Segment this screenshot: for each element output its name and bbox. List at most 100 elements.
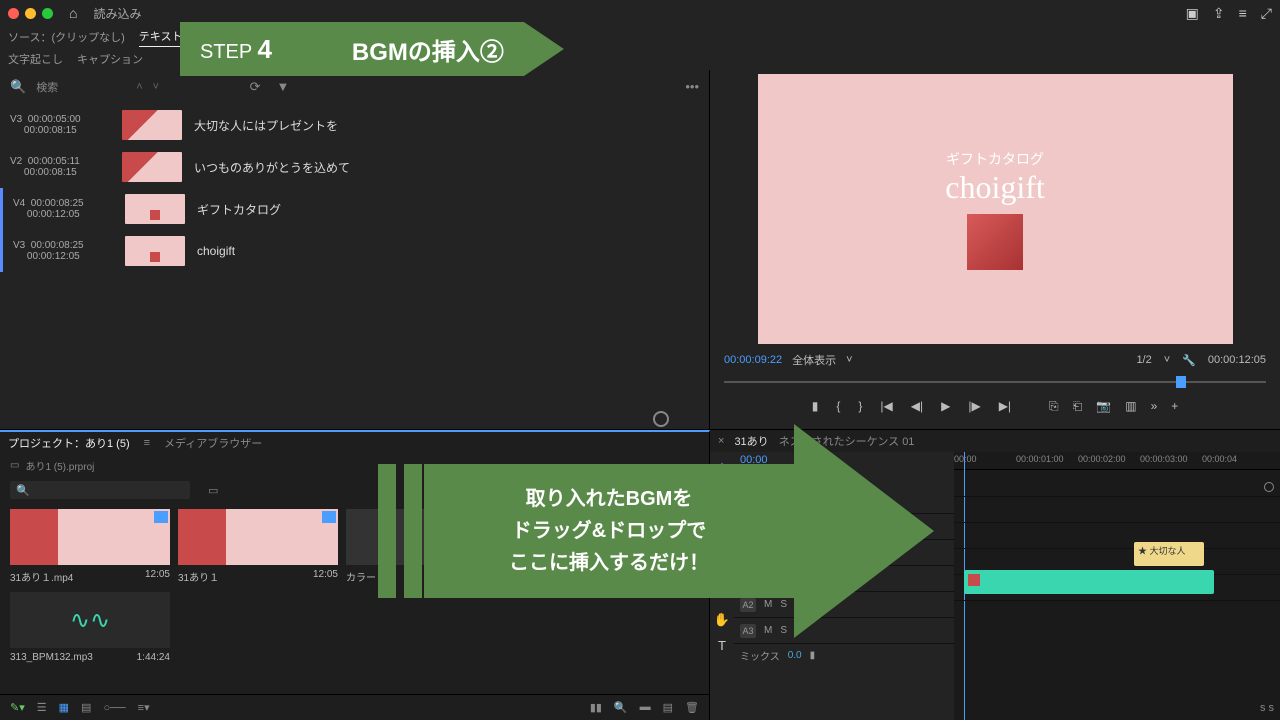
linked-sel-icon[interactable]: ⎘ <box>781 470 790 488</box>
project-item[interactable]: 31あり１12:05 <box>178 509 338 584</box>
trash-icon[interactable]: 🗑 <box>685 701 699 714</box>
wrench-icon[interactable]: 🔧 <box>1182 354 1196 367</box>
caption-row[interactable]: V2 00:00:05:11 00:00:08:15 いつものありがとうを込めて <box>0 146 709 188</box>
fullscreen-icon[interactable]: ⤢ <box>1261 5 1272 22</box>
step-back-icon[interactable]: ◀| <box>911 399 923 413</box>
program-timecode[interactable]: 00:00:09:22 <box>724 354 782 366</box>
project-thumbnail[interactable] <box>346 509 506 565</box>
project-tab[interactable]: プロジェクト：あり1 (5) <box>8 435 130 451</box>
video-clip[interactable]: ★ 大切な人 <box>1134 542 1204 566</box>
track-header-v2[interactable]: V2👁 <box>734 514 954 540</box>
icon-view-icon[interactable]: ▦ <box>59 701 69 714</box>
text-panel-tab[interactable]: テキスト <box>139 28 183 47</box>
zoom-slider[interactable]: ○── <box>103 702 125 714</box>
media-browser-tab[interactable]: メディアブラウザー <box>164 435 262 451</box>
freeform-view-icon[interactable]: ▤ <box>81 701 91 714</box>
mix-row[interactable]: ミックス 0.0 ▮ <box>734 644 954 666</box>
pencil-icon[interactable]: ✎▾ <box>10 701 25 714</box>
workspace-menu-icon[interactable]: ≡ <box>1239 5 1247 22</box>
close-seq-icon[interactable]: × <box>718 435 724 447</box>
lift-icon[interactable]: ⎘ <box>1049 399 1059 414</box>
quick-export-icon[interactable]: ▣ <box>1186 5 1199 22</box>
ripple-tool-icon[interactable]: ↔ <box>716 509 729 524</box>
chevron-down-icon[interactable]: ˅ <box>846 354 852 366</box>
track-header-a1[interactable]: A1MS🎤 <box>734 566 954 592</box>
mark-in-icon[interactable]: { <box>836 399 840 413</box>
caption-tab[interactable]: キャプション <box>77 51 143 67</box>
hand-tool-icon[interactable]: ✋ <box>714 612 730 628</box>
fit-dropdown[interactable]: 全体表示 <box>792 352 836 368</box>
selection-tool-icon[interactable]: ▲ <box>716 458 729 473</box>
source-panel-tab[interactable]: ソース：(クリップなし) <box>8 29 125 45</box>
project-item[interactable]: カラー <box>346 509 506 584</box>
timeline-content[interactable]: 00:0000:00:01:0000:00:02:0000:00:03:0000… <box>954 452 1280 720</box>
mark-out-icon[interactable]: } <box>858 399 862 413</box>
project-thumbnail[interactable] <box>514 509 674 565</box>
slip-tool-icon[interactable]: ⟷ <box>713 560 732 576</box>
caption-row[interactable]: V4 00:00:08:25 00:00:12:05 ギフトカタログ <box>0 188 709 230</box>
workspace-tab[interactable]: 読み込み <box>93 5 141 22</box>
caption-text[interactable]: いつものありがとうを込めて <box>194 159 350 176</box>
comparison-icon[interactable]: ▥ <box>1125 399 1136 414</box>
zoom-dropdown[interactable]: 1/2 <box>1136 354 1151 366</box>
audio-clip[interactable] <box>964 570 1214 594</box>
zoom-handle-icon[interactable] <box>1264 482 1274 492</box>
more-transport-icon[interactable]: » <box>1151 399 1158 414</box>
more-icon[interactable]: ••• <box>685 79 699 95</box>
list-view-icon[interactable]: ☰ <box>37 701 47 714</box>
go-to-in-icon[interactable]: |◀ <box>880 399 892 413</box>
home-icon[interactable]: ⌂ <box>69 5 77 21</box>
timeline-ruler[interactable]: 00:0000:00:01:0000:00:02:0000:00:03:0000… <box>954 452 1280 470</box>
chevron-down-icon[interactable]: ˅ <box>1164 354 1170 366</box>
playhead-marker[interactable] <box>1176 376 1186 388</box>
window-traffic-lights[interactable] <box>8 8 53 19</box>
chevron-up-icon[interactable]: ˄ <box>136 81 142 93</box>
track-header-a3[interactable]: A3MS🎤 <box>734 618 954 644</box>
search-icon[interactable]: 🔍 <box>10 79 26 95</box>
project-thumbnail[interactable] <box>10 509 170 565</box>
program-view[interactable]: ギフトカタログ choigift <box>758 74 1233 344</box>
bin-icon[interactable]: ▭ <box>10 460 19 471</box>
snap-icon[interactable]: �магн <box>740 470 775 488</box>
minimize-window-icon[interactable] <box>25 8 36 19</box>
close-window-icon[interactable] <box>8 8 19 19</box>
sort-icon[interactable]: ≡▾ <box>138 701 150 714</box>
timeline-timecode[interactable]: 00:00 <box>740 454 768 466</box>
mix-value[interactable]: 0.0 <box>788 650 802 661</box>
project-item[interactable]: 31あり１.mp412:05 <box>10 509 170 584</box>
find-icon[interactable]: 🔍 <box>614 701 628 714</box>
pen-tool-icon[interactable]: ✒ <box>717 586 728 602</box>
chevron-down-icon[interactable]: ˅ <box>153 81 159 93</box>
project-grid[interactable]: 31あり１.mp412:05 31あり１12:05 カラー ネストされたシーケン… <box>0 503 709 694</box>
caption-text[interactable]: choigift <box>197 244 235 258</box>
panel-menu-icon[interactable]: ≡ <box>144 437 150 449</box>
transcribe-tab[interactable]: 文字起こし <box>8 51 63 67</box>
caption-text[interactable]: 大切な人にはプレゼントを <box>194 117 338 134</box>
export-frame-icon[interactable]: 📷 <box>1096 399 1111 414</box>
search-input[interactable]: 検索 <box>36 79 126 95</box>
refresh-icon[interactable]: ⟳ <box>250 79 261 95</box>
step-forward-icon[interactable]: |▶ <box>968 399 980 413</box>
zoom-slider-knob[interactable] <box>653 411 669 427</box>
new-bin-icon[interactable]: ▭ <box>208 484 218 497</box>
track-select-tool-icon[interactable]: ⬚ <box>716 483 728 499</box>
automate-icon[interactable]: ▮▮ <box>590 701 602 714</box>
project-thumbnail[interactable]: ∿∿ <box>10 592 170 648</box>
track-header-v1[interactable]: V1👁 <box>734 540 954 566</box>
new-item-icon[interactable]: ▤ <box>663 701 673 714</box>
extract-icon[interactable]: ⎗ <box>1073 399 1083 414</box>
project-thumbnail[interactable] <box>178 509 338 565</box>
go-to-out-icon[interactable]: ▶| <box>999 399 1011 413</box>
type-tool-icon[interactable]: T <box>718 638 726 653</box>
project-item[interactable]: ∿∿ 313_BPM132.mp31:44:24 <box>10 592 170 663</box>
program-scrubber[interactable] <box>724 374 1266 390</box>
caption-row[interactable]: V3 00:00:08:25 00:00:12:05 choigift <box>0 230 709 272</box>
add-button-icon[interactable]: + <box>1171 399 1178 414</box>
marker-icon[interactable]: ▾ <box>796 470 802 488</box>
settings-icon[interactable]: ⚙ <box>807 470 817 488</box>
track-header-a2[interactable]: A2MS🎤 <box>734 592 954 618</box>
project-item[interactable]: ネストされたシーケンス 0112:05 <box>514 509 674 584</box>
maximize-window-icon[interactable] <box>42 8 53 19</box>
play-icon[interactable]: ▶ <box>941 399 950 413</box>
caption-text[interactable]: ギフトカタログ <box>197 201 281 218</box>
